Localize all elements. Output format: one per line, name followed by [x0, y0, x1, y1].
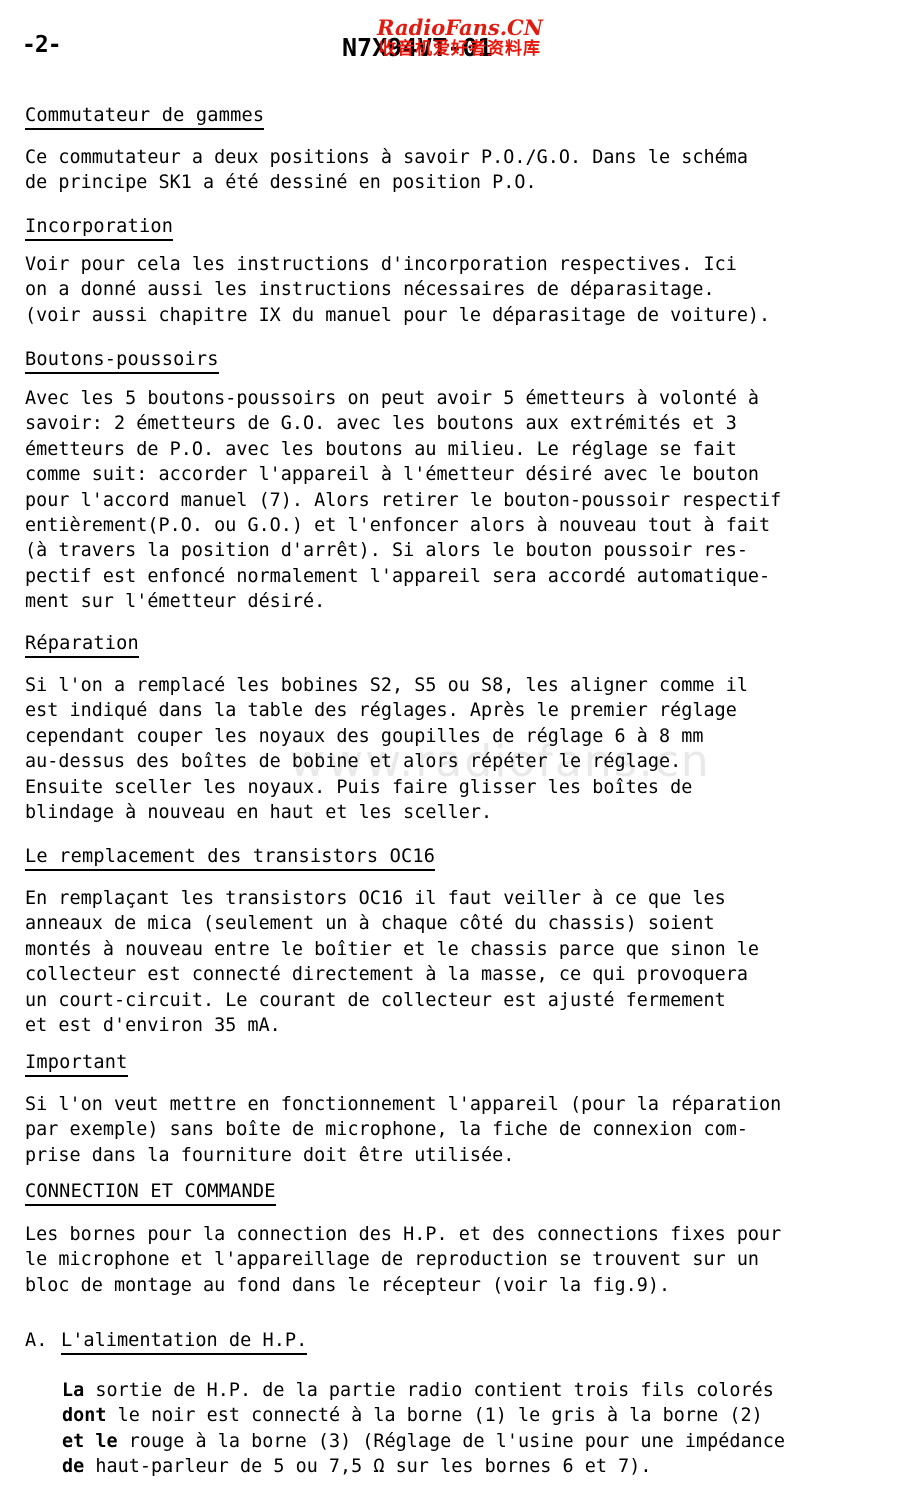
- section-paragraph: Ce commutateur a deux positions à savoir…: [25, 145, 920, 196]
- section-heading-text: Important: [25, 1051, 128, 1077]
- subsection-marker: A.: [25, 1330, 48, 1351]
- section-paragraph: En remplaçant les transistors OC16 il fa…: [25, 886, 920, 1038]
- subsection-heading: A. L'alimentation de H.P.: [25, 1329, 920, 1355]
- paragraph-line: de haut-parleur de 5 ou 7,5 Ω sur les bo…: [62, 1454, 920, 1479]
- paragraph-line: est indiqué dans la table des réglages. …: [25, 700, 737, 722]
- paragraph-line: montés à nouveau entre le boîtier et le …: [25, 938, 760, 960]
- subsection-heading-text: L'alimentation de H.P.: [61, 1329, 308, 1355]
- section-heading: Commutateur de gammes: [25, 104, 920, 130]
- paragraph-line: comme suit: accorder l'appareil à l'émet…: [25, 464, 760, 486]
- line-lead-text: dont: [62, 1405, 107, 1427]
- paragraph-line: cependant couper les noyaux des goupille…: [25, 725, 704, 747]
- paragraph-line: par exemple) sans boîte de microphone, l…: [25, 1119, 748, 1141]
- paragraph-line: un court-circuit. Le courant de collecte…: [25, 989, 726, 1011]
- paragraph-line: La sortie de H.P. de la partie radio con…: [62, 1378, 920, 1403]
- paragraph-line: En remplaçant les transistors OC16 il fa…: [25, 888, 726, 909]
- line-rest-text: haut-parleur de 5 ou 7,5 Ω sur les borne…: [84, 1456, 652, 1478]
- paragraph-line: émetteurs de P.O. avec les boutons au mi…: [25, 438, 737, 460]
- paragraph-line: Voir pour cela les instructions d'incorp…: [25, 254, 737, 275]
- line-rest-text: le noir est connecté à la borne (1) le g…: [106, 1405, 763, 1427]
- paragraph-line: entièrement(P.O. ou G.O.) et l'enfoncer …: [25, 515, 771, 537]
- page-number: -2-: [22, 32, 62, 58]
- paragraph-line: prise dans la fourniture doit être utili…: [25, 1144, 515, 1166]
- line-lead-text: et le: [62, 1430, 118, 1452]
- line-rest-text: sortie de H.P. de la partie radio contie…: [84, 1380, 774, 1401]
- paragraph-line: pectif est enfoncé normalement l'apparei…: [25, 565, 771, 587]
- document-code: N7X94VT-01: [342, 33, 493, 62]
- paragraph-line: bloc de montage au fond dans le récepteu…: [25, 1274, 671, 1296]
- paragraph-line: Ensuite sceller les noyaux. Puis faire g…: [25, 776, 693, 798]
- section-paragraph: Avec les 5 boutons-poussoirs on peut avo…: [25, 386, 920, 615]
- line-lead-text: La: [62, 1380, 85, 1401]
- scanned-document-page: RadioFans.CN 收音机爱好者资料库 www.radiofans.cn …: [0, 0, 920, 1497]
- section-heading: Important: [25, 1051, 920, 1077]
- paragraph-line: Avec les 5 boutons-poussoirs on peut avo…: [25, 388, 760, 409]
- paragraph-line: (à travers la position d'arrêt). Si alor…: [25, 540, 748, 562]
- paragraph-line: le microphone et l'appareillage de repro…: [25, 1249, 760, 1271]
- section-paragraph: Si l'on veut mettre en fonctionnement l'…: [25, 1092, 920, 1168]
- section-heading: Le remplacement des transistors OC16: [25, 845, 920, 871]
- paragraph-line: au-dessus des boîtes de bobine et alors …: [25, 751, 682, 773]
- paragraph-line: anneaux de mica (seulement un à chaque c…: [25, 913, 715, 935]
- paragraph-line: on a donné aussi les instructions nécess…: [25, 279, 715, 301]
- paragraph-line: Si l'on veut mettre en fonctionnement l'…: [25, 1094, 782, 1115]
- section-heading-text: Réparation: [25, 632, 139, 658]
- paragraph-line: et le rouge à la borne (3) (Réglage de l…: [62, 1429, 920, 1454]
- section-heading: CONNECTION ET COMMANDE: [25, 1180, 920, 1206]
- subsection-paragraph: La sortie de H.P. de la partie radio con…: [62, 1378, 920, 1480]
- paragraph-line: et est d'environ 35 mA.: [25, 1015, 281, 1037]
- paragraph-line: Si l'on a remplacé les bobines S2, S5 ou…: [25, 675, 748, 696]
- paragraph-line: Ce commutateur a deux positions à savoir…: [25, 147, 748, 168]
- paragraph-line: Les bornes pour la connection des H.P. e…: [25, 1224, 782, 1245]
- paragraph-line: collecteur est connecté directement à la…: [25, 964, 748, 986]
- section-paragraph: Voir pour cela les instructions d'incorp…: [25, 252, 920, 328]
- section-heading: Incorporation: [25, 215, 920, 241]
- section-paragraph: Si l'on a remplacé les bobines S2, S5 ou…: [25, 673, 920, 825]
- section-heading-text: Incorporation: [25, 215, 174, 241]
- section-heading-text: Le remplacement des transistors OC16: [25, 845, 436, 871]
- section-paragraph: Les bornes pour la connection des H.P. e…: [25, 1222, 920, 1298]
- paragraph-line: (voir aussi chapitre IX du manuel pour l…: [25, 304, 771, 326]
- line-lead-text: de: [62, 1456, 85, 1478]
- paragraph-line: blindage à nouveau en haut et les scelle…: [25, 802, 493, 824]
- section-heading: Boutons-poussoirs: [25, 348, 920, 374]
- section-heading-text: CONNECTION ET COMMANDE: [25, 1180, 276, 1206]
- section-heading-text: Commutateur de gammes: [25, 104, 265, 130]
- line-rest-text: rouge à la borne (3) (Réglage de l'usine…: [117, 1430, 785, 1452]
- paragraph-line: savoir: 2 émetteurs de G.O. avec les bou…: [25, 413, 737, 435]
- section-heading: Réparation: [25, 632, 920, 658]
- paragraph-line: de principe SK1 a été dessiné en positio…: [25, 172, 537, 194]
- paragraph-line: pour l'accord manuel (7). Alors retirer …: [25, 489, 782, 511]
- section-heading-text: Boutons-poussoirs: [25, 348, 219, 374]
- paragraph-line: dont le noir est connecté à la borne (1)…: [62, 1403, 920, 1428]
- paragraph-line: ment sur l'émetteur désiré.: [25, 591, 326, 613]
